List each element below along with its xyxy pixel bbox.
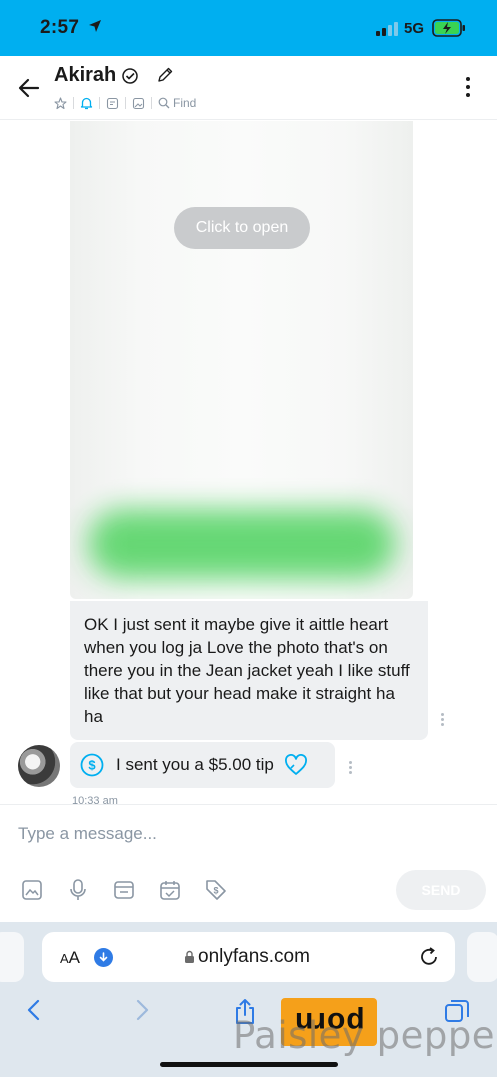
image-icon[interactable] <box>20 878 44 902</box>
microphone-icon[interactable] <box>66 878 90 902</box>
schedule-icon[interactable] <box>158 878 182 902</box>
click-to-open-button[interactable]: Click to open <box>174 207 310 249</box>
avatar[interactable] <box>18 745 60 787</box>
bell-icon[interactable] <box>80 96 93 110</box>
header-toolbar: Find <box>54 95 196 111</box>
message-bubble: OK I just sent it maybe give it aittle h… <box>70 601 428 740</box>
battery-charging-icon <box>432 19 465 37</box>
network-label: 5G <box>404 20 425 37</box>
tip-text: I sent you a $5.00 tip <box>116 755 274 774</box>
divider <box>99 97 100 109</box>
next-tab[interactable] <box>467 932 497 982</box>
svg-text:$: $ <box>213 886 218 896</box>
status-time: 2:57 <box>40 17 80 38</box>
search-icon[interactable] <box>158 97 170 109</box>
more-icon[interactable] <box>466 77 470 97</box>
tip-options-icon[interactable] <box>349 761 352 774</box>
dollar-icon: $ <box>80 753 104 777</box>
previous-tab[interactable] <box>0 932 24 982</box>
text-size-button[interactable]: AA <box>60 948 80 968</box>
message-options-icon[interactable] <box>441 713 444 726</box>
divider <box>125 97 126 109</box>
text-size-small: A <box>60 951 69 966</box>
divider <box>73 97 74 109</box>
chat-header: Akirah Find <box>0 56 497 120</box>
status-bar: 2:57 5G <box>0 0 497 56</box>
message-timestamp: 10:33 am <box>72 795 118 804</box>
heart-icon[interactable] <box>284 754 308 776</box>
back-arrow-icon[interactable] <box>18 78 40 98</box>
text-size-big: A <box>68 948 81 967</box>
watermark-text: Paisley pepper <box>233 1014 497 1057</box>
verified-icon <box>122 68 138 84</box>
find-label[interactable]: Find <box>173 96 196 110</box>
star-icon[interactable] <box>54 96 67 110</box>
message-list[interactable]: Click to open OK I just sent it maybe gi… <box>0 121 497 804</box>
locked-media-message[interactable]: Click to open <box>70 121 413 599</box>
home-indicator <box>160 1062 338 1067</box>
pencil-icon[interactable] <box>156 66 174 84</box>
send-button[interactable]: SEND <box>396 870 486 910</box>
forward-icon[interactable] <box>132 998 152 1022</box>
divider <box>151 97 152 109</box>
signal-icon <box>376 22 398 36</box>
price-tag-icon[interactable]: $ <box>204 878 228 902</box>
location-arrow-icon <box>89 20 101 32</box>
reload-icon[interactable] <box>418 946 440 968</box>
svg-text:$: $ <box>88 758 96 773</box>
notes-icon[interactable] <box>106 97 119 110</box>
lock-icon <box>185 950 194 963</box>
back-icon[interactable] <box>24 998 44 1022</box>
browser-toolbar: AA onlyfans.com porn Paisley pepper <box>0 922 497 1077</box>
media-icon[interactable] <box>132 97 145 110</box>
address-bar[interactable]: AA onlyfans.com <box>42 932 455 982</box>
contact-name[interactable]: Akirah <box>54 64 116 87</box>
download-icon[interactable] <box>94 948 113 967</box>
message-input[interactable] <box>18 821 478 847</box>
tip-message: $ I sent you a $5.00 tip <box>70 742 335 788</box>
blurred-media-preview <box>88 509 396 579</box>
composer-toolbar: $ <box>20 878 228 902</box>
url-text[interactable]: onlyfans.com <box>198 946 310 968</box>
message-composer: $ SEND <box>0 804 497 922</box>
vault-icon[interactable] <box>112 878 136 902</box>
